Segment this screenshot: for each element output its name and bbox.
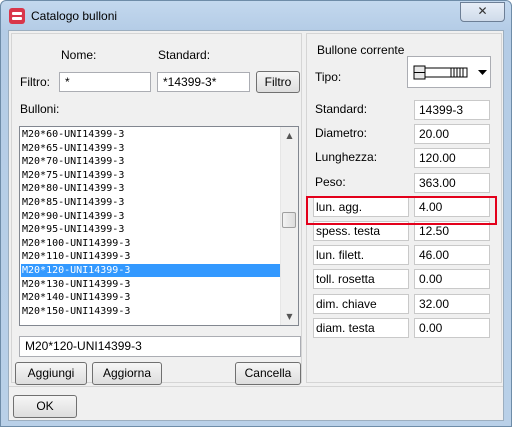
window-title: Catalogo bulloni <box>31 9 118 23</box>
title-bar[interactable]: Catalogo bulloni ✕ <box>1 1 511 31</box>
chevron-down-icon[interactable] <box>478 70 488 78</box>
add-button[interactable]: Aggiungi <box>15 362 87 385</box>
list-item[interactable]: M20*75-UNI14399-3 <box>21 169 281 182</box>
ok-button[interactable]: OK <box>13 395 77 418</box>
bolt-name-field[interactable]: M20*120-UNI14399-3 <box>19 336 301 357</box>
field-label: Diametro: <box>315 126 368 141</box>
dialog-window: Catalogo bulloni ✕ Nome: Standard: Filtr… <box>0 0 512 427</box>
field-value[interactable]: 32.00 <box>414 293 490 314</box>
list-scrollbar[interactable]: ▲ ▼ <box>280 127 298 325</box>
name-filter-input[interactable]: * <box>59 72 151 92</box>
field-label: diam. testa <box>313 317 409 338</box>
list-item[interactable]: M20*80-UNI14399-3 <box>21 182 281 195</box>
scroll-down-icon[interactable]: ▼ <box>281 308 298 325</box>
list-item[interactable]: M20*140-UNI14399-3 <box>21 291 281 304</box>
current-bolt-group-label: Bullone corrente <box>317 43 405 57</box>
field-label: Peso: <box>315 174 346 189</box>
list-item[interactable]: M20*60-UNI14399-3 <box>21 128 281 141</box>
field-value[interactable]: 46.00 <box>414 245 490 266</box>
type-dropdown[interactable] <box>407 56 491 88</box>
field-value[interactable]: 363.00 <box>414 172 490 193</box>
field-label: Standard: <box>315 102 368 116</box>
highlight-box <box>306 196 497 225</box>
field-value[interactable]: 0.00 <box>414 317 490 338</box>
scroll-up-icon[interactable]: ▲ <box>281 127 298 144</box>
list-item[interactable]: M20*85-UNI14399-3 <box>21 196 281 209</box>
list-item[interactable]: M20*150-UNI14399-3 <box>21 305 281 318</box>
name-label: Nome: <box>61 48 97 62</box>
field-value[interactable]: 120.00 <box>414 148 490 169</box>
client-area: Nome: Standard: Filtro: * *14399-3* Filt… <box>8 30 504 421</box>
field-value[interactable]: 20.00 <box>414 124 490 145</box>
field-value[interactable]: 0.00 <box>414 269 490 290</box>
list-item[interactable]: M20*90-UNI14399-3 <box>21 210 281 223</box>
filter-button[interactable]: Filtro <box>256 71 300 93</box>
field-value[interactable]: 14399-3 <box>414 100 490 120</box>
field-label: toll. rosetta <box>313 269 409 290</box>
update-button[interactable]: Aggiorna <box>92 362 162 385</box>
delete-button[interactable]: Cancella <box>235 362 301 385</box>
standard-label: Standard: <box>158 48 211 62</box>
bolt-icon <box>413 65 468 80</box>
bolts-label: Bulloni: <box>20 102 60 116</box>
filter-label: Filtro: <box>20 75 50 89</box>
close-icon: ✕ <box>477 4 488 18</box>
field-label: dim. chiave <box>313 293 409 314</box>
field-label: lun. filett. <box>313 245 409 266</box>
close-button[interactable]: ✕ <box>460 2 505 22</box>
footer-separator <box>9 386 503 387</box>
list-item-selected[interactable]: M20*120-UNI14399-3 <box>21 264 281 277</box>
list-item[interactable]: M20*130-UNI14399-3 <box>21 278 281 291</box>
list-item[interactable]: M20*110-UNI14399-3 <box>21 250 281 263</box>
field-label: Lunghezza: <box>315 150 378 165</box>
standard-filter-input[interactable]: *14399-3* <box>157 72 250 92</box>
list-item[interactable]: M20*65-UNI14399-3 <box>21 142 281 155</box>
list-item[interactable]: M20*95-UNI14399-3 <box>21 223 281 236</box>
list-item[interactable]: M20*100-UNI14399-3 <box>21 237 281 250</box>
bolt-list[interactable]: M20*60-UNI14399-3 M20*65-UNI14399-3 M20*70… <box>19 126 299 326</box>
scroll-thumb[interactable] <box>282 212 296 228</box>
list-item[interactable]: M20*70-UNI14399-3 <box>21 155 281 168</box>
type-label: Tipo: <box>315 70 342 84</box>
app-icon <box>9 8 25 24</box>
